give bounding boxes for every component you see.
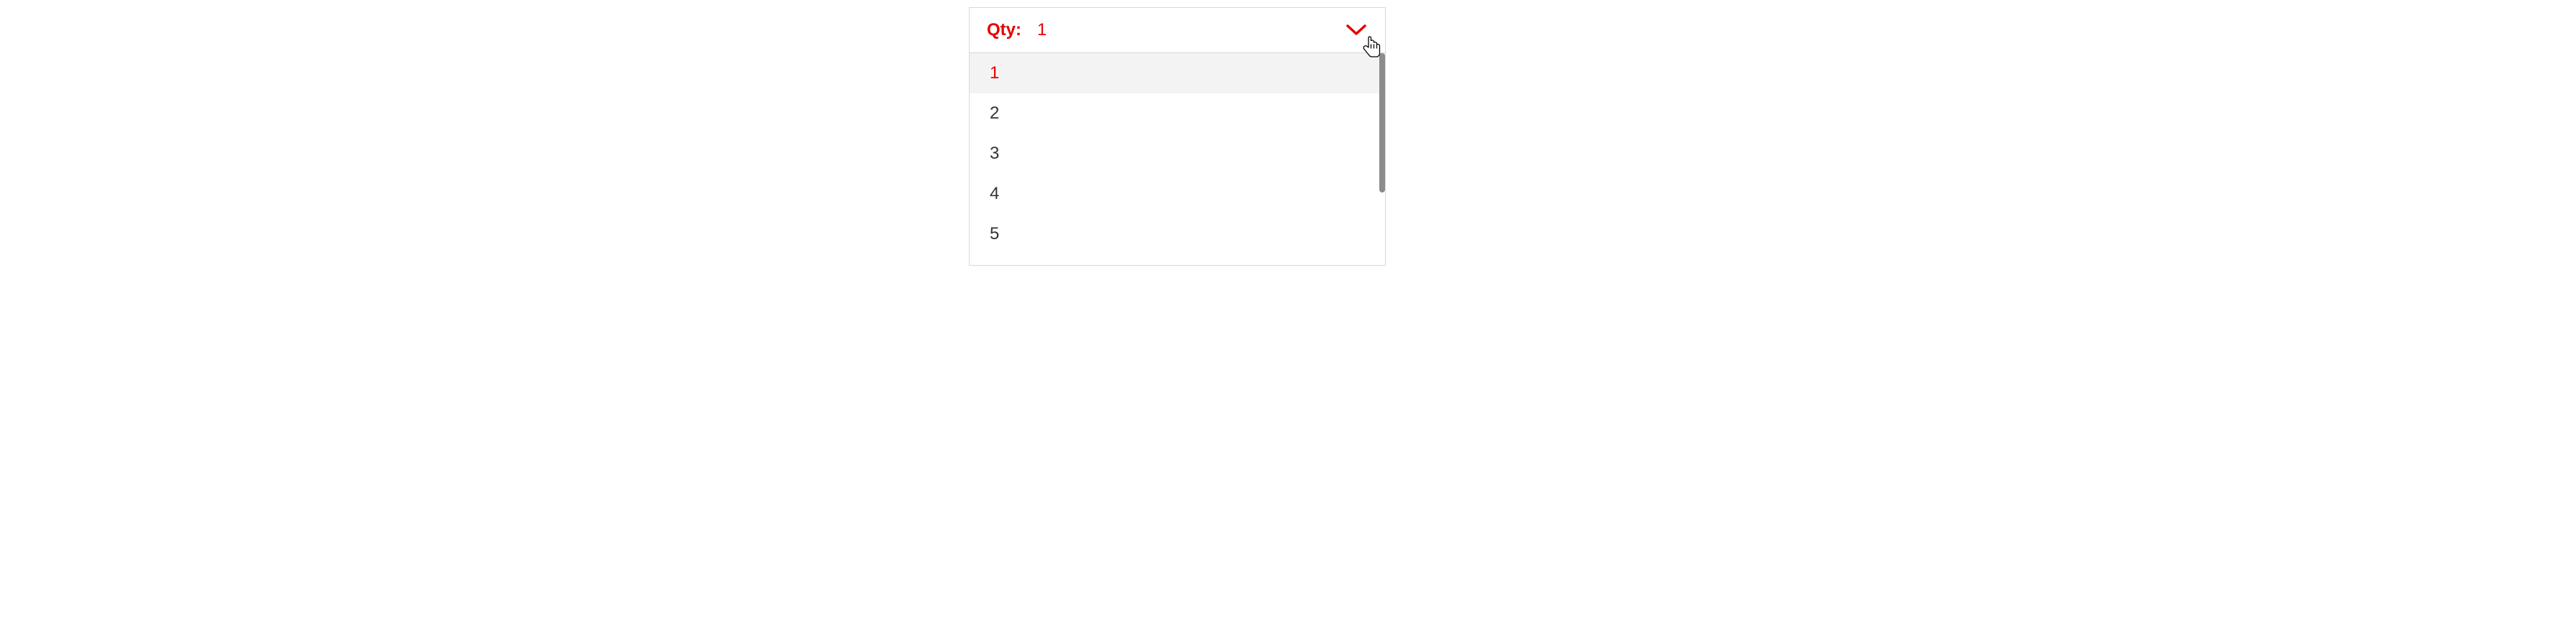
quantity-option-list: 1 2 3 4 5 6 7	[970, 53, 1385, 265]
scrollbar-track	[1379, 53, 1385, 265]
quantity-dropdown: Qty: 1 1 2 3 4 5 6 7	[969, 7, 1386, 266]
quantity-option[interactable]: 1	[970, 53, 1385, 93]
quantity-selected-value: 1	[1037, 20, 1046, 40]
quantity-option[interactable]: 5	[970, 214, 1385, 254]
chevron-down-icon	[1346, 24, 1366, 36]
quantity-label: Qty:	[987, 20, 1021, 40]
quantity-option[interactable]: 3	[970, 134, 1385, 174]
quantity-option[interactable]: 4	[970, 174, 1385, 214]
quantity-option[interactable]: 2	[970, 93, 1385, 134]
quantity-selector-button[interactable]: Qty: 1	[969, 7, 1386, 53]
scrollbar-thumb[interactable]	[1379, 53, 1385, 192]
quantity-option[interactable]: 6	[970, 254, 1385, 266]
quantity-dropdown-panel: 1 2 3 4 5 6 7	[969, 53, 1386, 266]
